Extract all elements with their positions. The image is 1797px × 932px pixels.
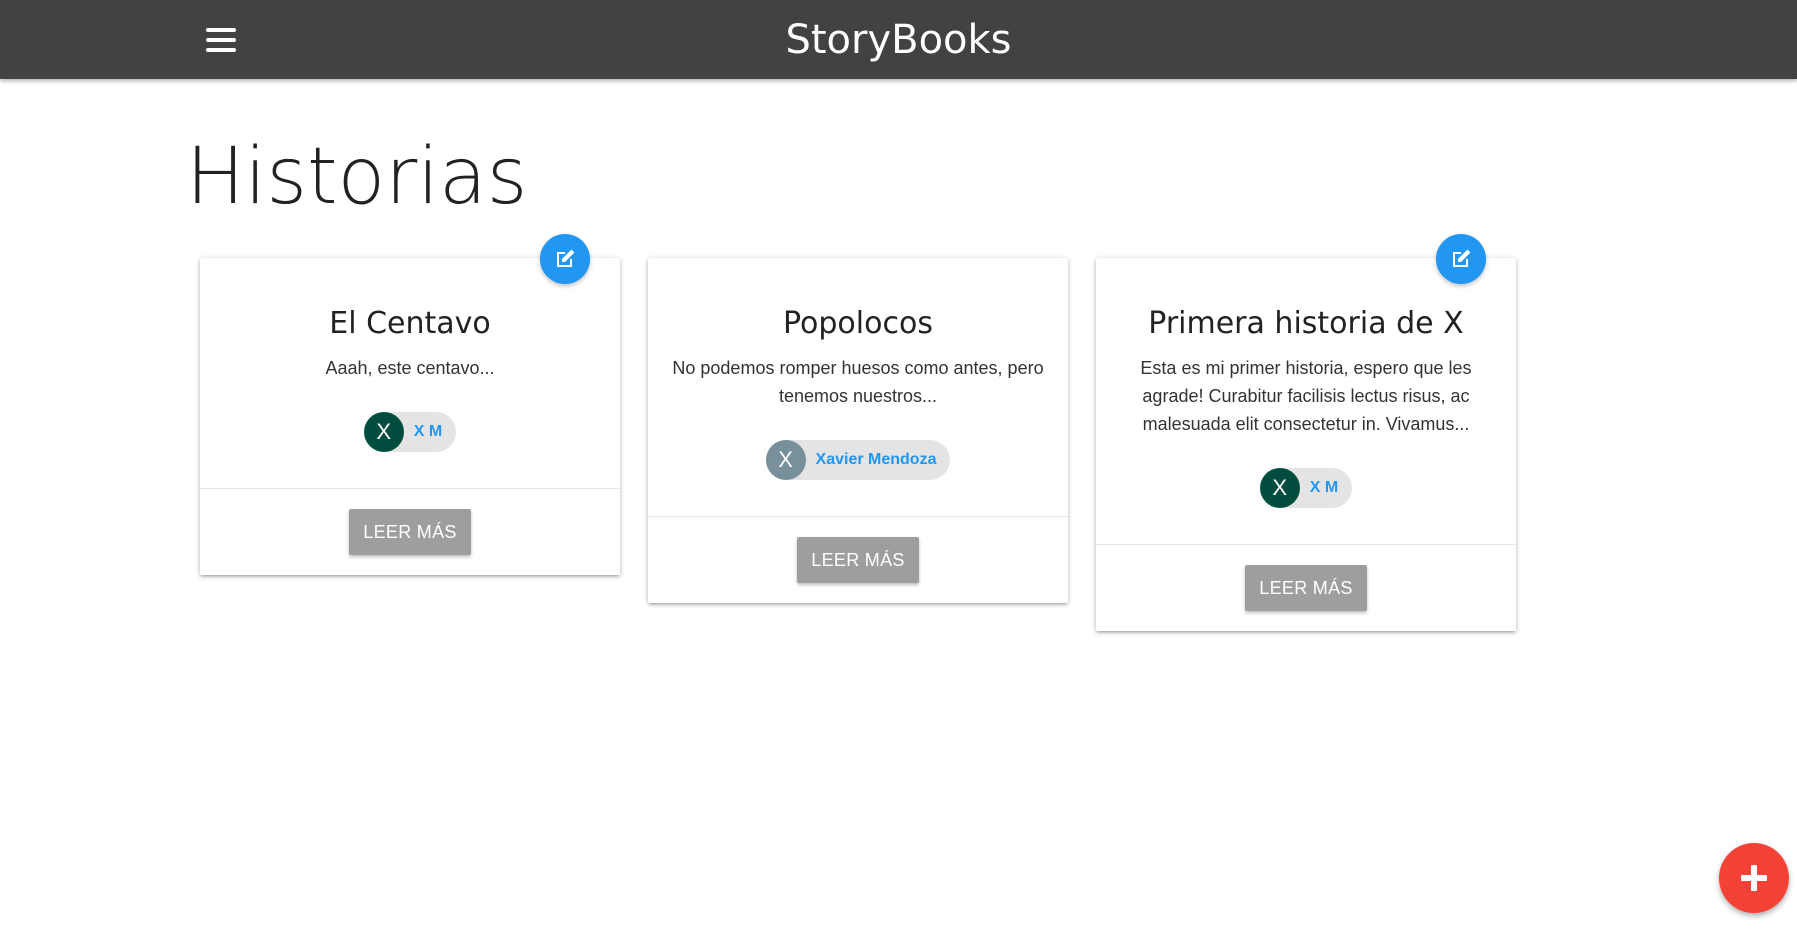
- story-card-action: LEER MÁS: [200, 489, 620, 575]
- author-chip[interactable]: X Xavier Mendoza: [765, 440, 951, 480]
- edit-icon: [1453, 249, 1471, 267]
- story-title: Popolocos: [783, 306, 933, 341]
- page-title: Historias: [186, 132, 528, 222]
- author-chip[interactable]: X X M: [363, 412, 457, 452]
- story-title: El Centavo: [329, 306, 491, 341]
- edit-story-button[interactable]: [1436, 234, 1486, 284]
- story-card: Popolocos No podemos romper huesos como …: [648, 258, 1068, 603]
- story-card: Primera historia de X Esta es mi primer …: [1096, 234, 1516, 631]
- brand-link[interactable]: StoryBooks: [785, 17, 1011, 63]
- story-card-action: LEER MÁS: [1096, 545, 1516, 631]
- story-card-content: Popolocos No podemos romper huesos como …: [648, 258, 1068, 517]
- author-name: Xavier Mendoza: [815, 451, 937, 468]
- author-name: X M: [1309, 479, 1339, 496]
- story-title: Primera historia de X: [1148, 306, 1464, 341]
- story-description: Esta es mi primer historia, espero que l…: [1140, 358, 1472, 434]
- avatar: X: [1259, 468, 1300, 508]
- edit-icon: [557, 249, 575, 267]
- hamburger-menu-icon[interactable]: [200, 22, 242, 58]
- avatar-initial: X: [778, 447, 793, 472]
- avatar-initial: X: [376, 419, 392, 444]
- story-card-action: LEER MÁS: [648, 517, 1068, 603]
- story-description: No podemos romper huesos como antes, per…: [672, 358, 1044, 406]
- avatar: X: [765, 440, 806, 480]
- top-navbar: StoryBooks: [0, 0, 1797, 79]
- plus-icon: [1741, 865, 1767, 891]
- story-description: Aaah, este centavo...: [325, 358, 495, 378]
- story-card-content: El Centavo Aaah, este centavo... X X M: [200, 258, 620, 489]
- read-more-button[interactable]: LEER MÁS: [1245, 565, 1367, 611]
- author-name: X M: [413, 423, 443, 440]
- read-more-button[interactable]: LEER MÁS: [349, 509, 471, 555]
- edit-story-button[interactable]: [540, 234, 590, 284]
- author-chip[interactable]: X X M: [1259, 468, 1353, 508]
- brand-logo: StoryBooks: [0, 0, 1797, 79]
- avatar: X: [363, 412, 404, 452]
- avatar-initial: X: [1272, 475, 1288, 500]
- story-card: El Centavo Aaah, este centavo... X X M L…: [200, 234, 620, 575]
- story-card-content: Primera historia de X Esta es mi primer …: [1096, 258, 1516, 545]
- add-story-button[interactable]: [1719, 843, 1789, 913]
- read-more-button[interactable]: LEER MÁS: [797, 537, 919, 583]
